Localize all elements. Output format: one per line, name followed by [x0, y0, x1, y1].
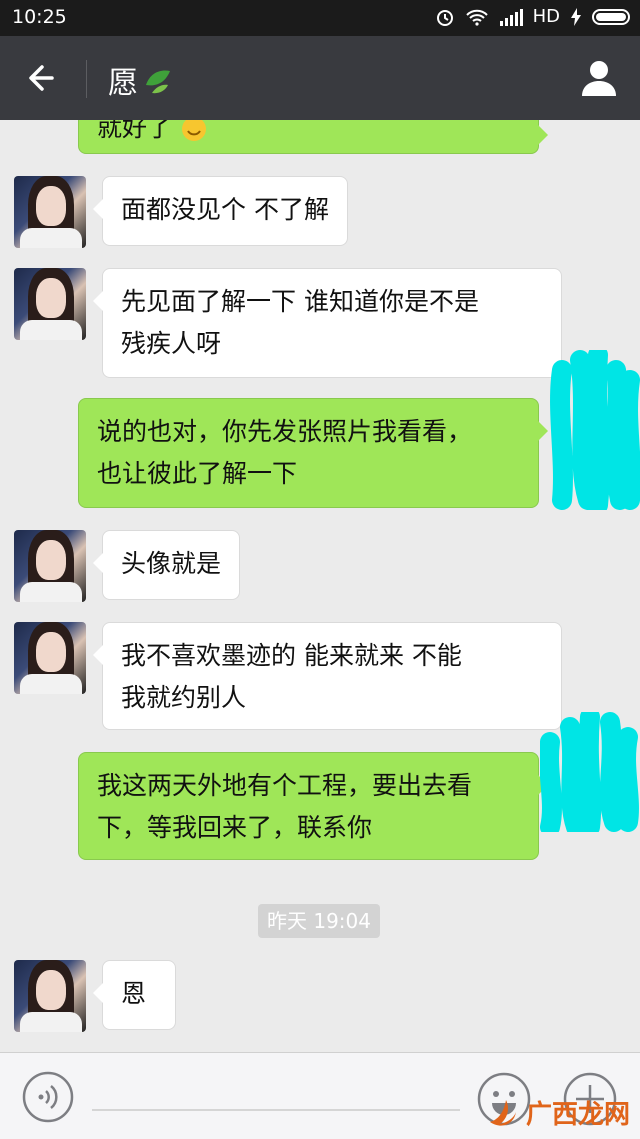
message-text-line: 我就约别人 — [121, 683, 247, 712]
back-arrow-icon[interactable] — [22, 56, 66, 100]
message-text: 恩 — [121, 979, 147, 1008]
signal-icon — [499, 8, 523, 26]
message-bubble-incoming[interactable]: 面都没见个 不了解 — [93, 176, 348, 246]
message-bubble-outgoing[interactable]: 说的也对，你先发张照片我看看， 也让彼此了解一下 — [78, 398, 548, 508]
redacted-avatar-scribble — [550, 350, 640, 510]
message-bubble-incoming[interactable]: 恩 — [93, 960, 176, 1030]
message-text-line: 说的也对，你先发张照片我看看， — [97, 417, 473, 446]
message-text-line: 也让彼此了解一下 — [97, 459, 298, 488]
nav-divider — [86, 60, 87, 98]
network-type: HD — [532, 6, 560, 27]
message-text-line: 先见面了解一下 谁知道你是不是 — [121, 287, 479, 316]
message-text: 就好了 — [97, 120, 173, 142]
voice-input-icon[interactable] — [22, 1071, 74, 1123]
leaf-icon — [146, 70, 170, 94]
message-text: 面都没见个 不了解 — [121, 195, 329, 224]
message-text: 头像就是 — [121, 549, 222, 578]
status-bar: 10:25 HD — [0, 0, 640, 36]
message-bubble-outgoing[interactable]: 我这两天外地有个工程，要出去看 下，等我回来了，联系你 — [78, 752, 548, 860]
wifi-icon — [465, 9, 488, 26]
smile-emoji-icon — [181, 120, 206, 141]
message-bubble-incoming[interactable]: 我不喜欢墨迹的 能来就来 不能 我就约别人 — [93, 622, 562, 730]
contact-avatar[interactable] — [14, 530, 86, 602]
profile-icon[interactable] — [578, 56, 620, 98]
watermark: 广西龙网 — [486, 1094, 630, 1131]
input-bar: 广西龙网 — [0, 1052, 640, 1139]
contact-avatar[interactable] — [14, 960, 86, 1032]
status-time: 10:25 — [12, 6, 67, 28]
redacted-avatar-scribble — [540, 712, 639, 832]
message-input[interactable] — [92, 1109, 460, 1111]
message-text-line: 我这两天外地有个工程，要出去看 — [97, 771, 473, 800]
chat-title-text: 愿 — [108, 66, 138, 101]
message-text-line: 下，等我回来了，联系你 — [97, 813, 373, 842]
watermark-text: 广西龙网 — [525, 1100, 630, 1130]
status-icons: HD — [435, 6, 630, 27]
message-text-line: 我不喜欢墨迹的 能来就来 不能 — [121, 641, 462, 670]
contact-avatar[interactable] — [14, 622, 86, 694]
chat-title: 愿 — [108, 58, 176, 102]
message-bubble-incoming[interactable]: 先见面了解一下 谁知道你是不是 残疾人呀 — [93, 268, 562, 378]
message-text-line: 残疾人呀 — [121, 329, 222, 358]
contact-avatar[interactable] — [14, 176, 86, 248]
chat-area: 就好了 面都没见个 不了解 先见面了解一下 谁知道你是不是 残疾人呀 说的也对，… — [0, 120, 640, 1052]
timestamp-divider: 昨天 19:04 — [258, 904, 380, 938]
alarm-icon — [436, 9, 453, 26]
battery-icon — [592, 8, 630, 25]
nav-bar: 愿 — [0, 36, 640, 120]
charging-icon — [571, 7, 581, 26]
watermark-logo-icon — [489, 1099, 516, 1126]
message-bubble-incoming[interactable]: 头像就是 — [92, 530, 241, 600]
message-bubble-outgoing[interactable]: 就好了 — [78, 120, 548, 154]
contact-avatar[interactable] — [14, 268, 86, 340]
